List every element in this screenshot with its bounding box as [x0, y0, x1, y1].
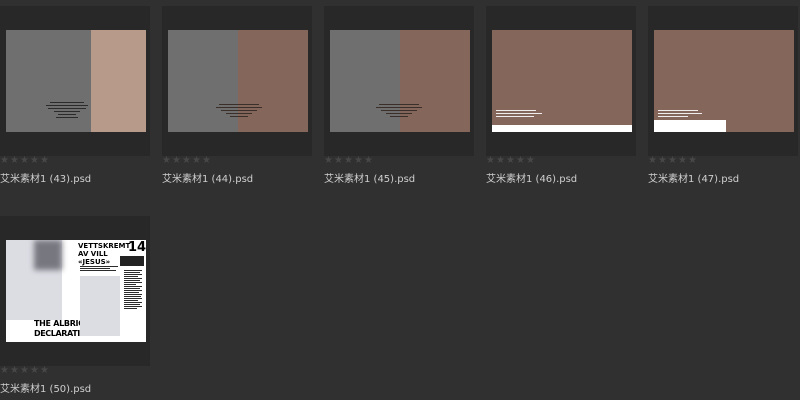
star-icon[interactable]: ★ — [364, 156, 373, 166]
star-icon[interactable]: ★ — [526, 156, 535, 166]
star-icon[interactable]: ★ — [506, 156, 515, 166]
star-icon[interactable]: ★ — [668, 156, 677, 166]
star-icon[interactable]: ★ — [334, 156, 343, 166]
star-icon[interactable]: ★ — [678, 156, 687, 166]
star-icon[interactable]: ★ — [344, 156, 353, 166]
star-icon[interactable]: ★ — [40, 366, 49, 376]
star-icon[interactable]: ★ — [202, 156, 211, 166]
star-icon[interactable]: ★ — [658, 156, 667, 166]
thumbnail-grid: ★ ★ ★ ★ ★ 艾米素材1 (43).psd ★ ★ ★ ★ ★ 艾米素材1… — [0, 0, 800, 400]
star-icon[interactable]: ★ — [172, 156, 181, 166]
thumbnail-frame[interactable] — [486, 6, 636, 156]
thumbnail-item[interactable]: ★ ★ ★ ★ ★ 艾米素材1 (45).psd — [324, 0, 474, 185]
thumbnail-preview: THE ALBRIO DECLARATION VETTSKREMT AV VIL… — [6, 240, 146, 342]
thumbnail-preview — [330, 30, 470, 132]
star-icon[interactable]: ★ — [688, 156, 697, 166]
thumbnail-item[interactable]: ★ ★ ★ ★ ★ 艾米素材1 (46).psd — [486, 0, 636, 185]
star-icon[interactable]: ★ — [496, 156, 505, 166]
magazine-headline: VETTSKREMT AV VILL «JESUS» — [78, 242, 131, 266]
star-icon[interactable]: ★ — [10, 366, 19, 376]
magazine-bottom-line1: THE ALBRIO — [34, 319, 85, 328]
file-name: 艾米素材1 (50).psd — [0, 384, 92, 395]
magazine-number: 14 — [128, 240, 146, 255]
rating-stars[interactable]: ★ ★ ★ ★ ★ — [0, 156, 49, 168]
rating-stars[interactable]: ★ ★ ★ ★ ★ — [0, 366, 49, 378]
star-icon[interactable]: ★ — [162, 156, 171, 166]
thumbnail-item[interactable]: ★ ★ ★ ★ ★ 艾米素材1 (43).psd — [0, 0, 150, 185]
star-icon[interactable]: ★ — [192, 156, 201, 166]
rating-stars[interactable]: ★ ★ ★ ★ ★ — [648, 156, 697, 168]
star-icon[interactable]: ★ — [0, 156, 9, 166]
thumbnail-item[interactable]: ★ ★ ★ ★ ★ 艾米素材1 (44).psd — [162, 0, 312, 185]
file-name: 艾米素材1 (44).psd — [162, 174, 254, 185]
file-name: 艾米素材1 (45).psd — [324, 174, 416, 185]
file-name: 艾米素材1 (46).psd — [486, 174, 578, 185]
file-name: 艾米素材1 (43).psd — [0, 174, 92, 185]
star-icon[interactable]: ★ — [0, 366, 9, 376]
rating-stars[interactable]: ★ ★ ★ ★ ★ — [324, 156, 373, 168]
star-icon[interactable]: ★ — [30, 366, 39, 376]
star-icon[interactable]: ★ — [20, 366, 29, 376]
thumbnail-preview — [168, 30, 308, 132]
star-icon[interactable]: ★ — [20, 156, 29, 166]
star-icon[interactable]: ★ — [324, 156, 333, 166]
thumbnail-item[interactable]: ★ ★ ★ ★ ★ 艾米素材1 (47).psd — [648, 0, 798, 185]
star-icon[interactable]: ★ — [40, 156, 49, 166]
star-icon[interactable]: ★ — [30, 156, 39, 166]
thumbnail-item[interactable]: THE ALBRIO DECLARATION VETTSKREMT AV VIL… — [0, 210, 150, 395]
thumbnail-frame[interactable]: THE ALBRIO DECLARATION VETTSKREMT AV VIL… — [0, 216, 150, 366]
star-icon[interactable]: ★ — [182, 156, 191, 166]
star-icon[interactable]: ★ — [648, 156, 657, 166]
thumbnail-preview — [492, 30, 632, 132]
thumbnail-frame[interactable] — [162, 6, 312, 156]
thumbnail-preview — [654, 30, 794, 132]
star-icon[interactable]: ★ — [516, 156, 525, 166]
rating-stars[interactable]: ★ ★ ★ ★ ★ — [162, 156, 211, 168]
file-name: 艾米素材1 (47).psd — [648, 174, 740, 185]
thumbnail-frame[interactable] — [648, 6, 798, 156]
thumbnail-frame[interactable] — [324, 6, 474, 156]
thumbnail-preview — [6, 30, 146, 132]
star-icon[interactable]: ★ — [486, 156, 495, 166]
star-icon[interactable]: ★ — [354, 156, 363, 166]
star-icon[interactable]: ★ — [10, 156, 19, 166]
rating-stars[interactable]: ★ ★ ★ ★ ★ — [486, 156, 535, 168]
thumbnail-frame[interactable] — [0, 6, 150, 156]
